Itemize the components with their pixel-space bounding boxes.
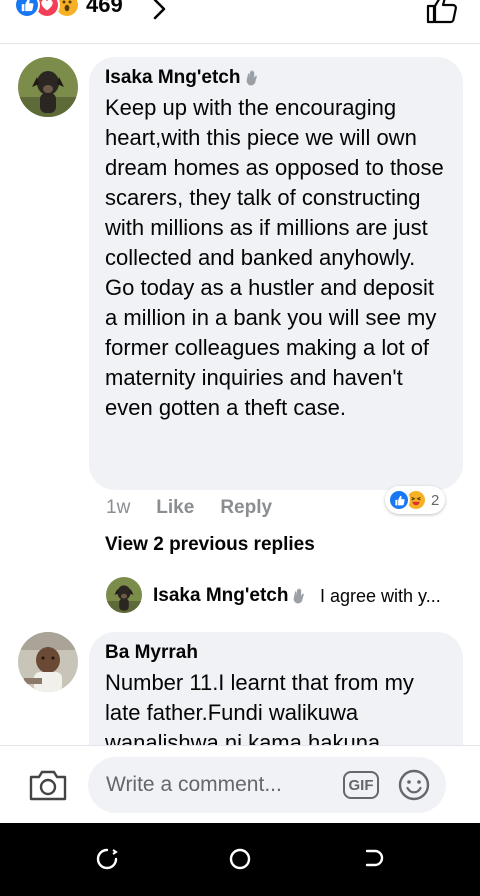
reactions-summary-bar: 469 xyxy=(0,0,480,44)
camera-icon[interactable] xyxy=(28,768,68,802)
system-nav-bar xyxy=(0,823,480,896)
reply-author-name[interactable]: Isaka Mng'etch xyxy=(153,585,288,607)
comment-input[interactable]: Write a comment... GIF xyxy=(88,757,446,813)
wave-hand-icon xyxy=(294,588,305,604)
reactions-summary[interactable]: 469 xyxy=(14,0,123,22)
comment-author[interactable]: Isaka Mng'etch xyxy=(105,67,447,89)
comment-reaction-count: 2 xyxy=(431,491,440,509)
chevron-right-icon[interactable] xyxy=(152,0,168,22)
view-previous-replies-link[interactable]: View 2 previous replies xyxy=(105,534,315,556)
comment-author-name[interactable]: Isaka Mng'etch xyxy=(105,67,240,89)
reply-author[interactable]: Isaka Mng'etch xyxy=(153,585,309,607)
comment-composer: Write a comment... GIF xyxy=(0,745,480,823)
like-thumb-icon[interactable] xyxy=(426,0,458,24)
like-icon xyxy=(14,0,40,18)
avatar[interactable] xyxy=(18,57,78,117)
gif-button[interactable]: GIF xyxy=(343,771,379,799)
reply-text: I agree with y... xyxy=(320,586,441,606)
comment-author[interactable]: Ba Myrrah xyxy=(105,642,447,664)
comment-actions: 1w Like Reply xyxy=(106,497,298,519)
comment-text: Keep up with the encouraging heart,with … xyxy=(105,95,444,420)
comment-bubble[interactable]: Isaka Mng'etch Keep up with the encourag… xyxy=(89,57,463,490)
comment-reactions[interactable]: 2 xyxy=(385,486,446,514)
like-button[interactable]: Like xyxy=(156,497,194,519)
reply-button[interactable]: Reply xyxy=(220,497,272,519)
wave-hand-icon xyxy=(247,70,258,86)
back-icon[interactable] xyxy=(362,847,386,871)
comment-input-placeholder: Write a comment... xyxy=(106,773,282,796)
comment-timestamp: 1w xyxy=(106,497,131,518)
home-icon[interactable] xyxy=(228,847,252,871)
reply-preview[interactable]: Isaka Mng'etch I agree with y... xyxy=(106,577,466,613)
avatar[interactable] xyxy=(106,577,142,613)
recent-apps-icon[interactable] xyxy=(95,847,119,871)
like-icon xyxy=(388,489,410,511)
reaction-count: 469 xyxy=(86,0,123,17)
avatar[interactable] xyxy=(18,632,78,692)
comment-author-name[interactable]: Ba Myrrah xyxy=(105,642,198,664)
emoji-icon[interactable] xyxy=(397,768,431,802)
